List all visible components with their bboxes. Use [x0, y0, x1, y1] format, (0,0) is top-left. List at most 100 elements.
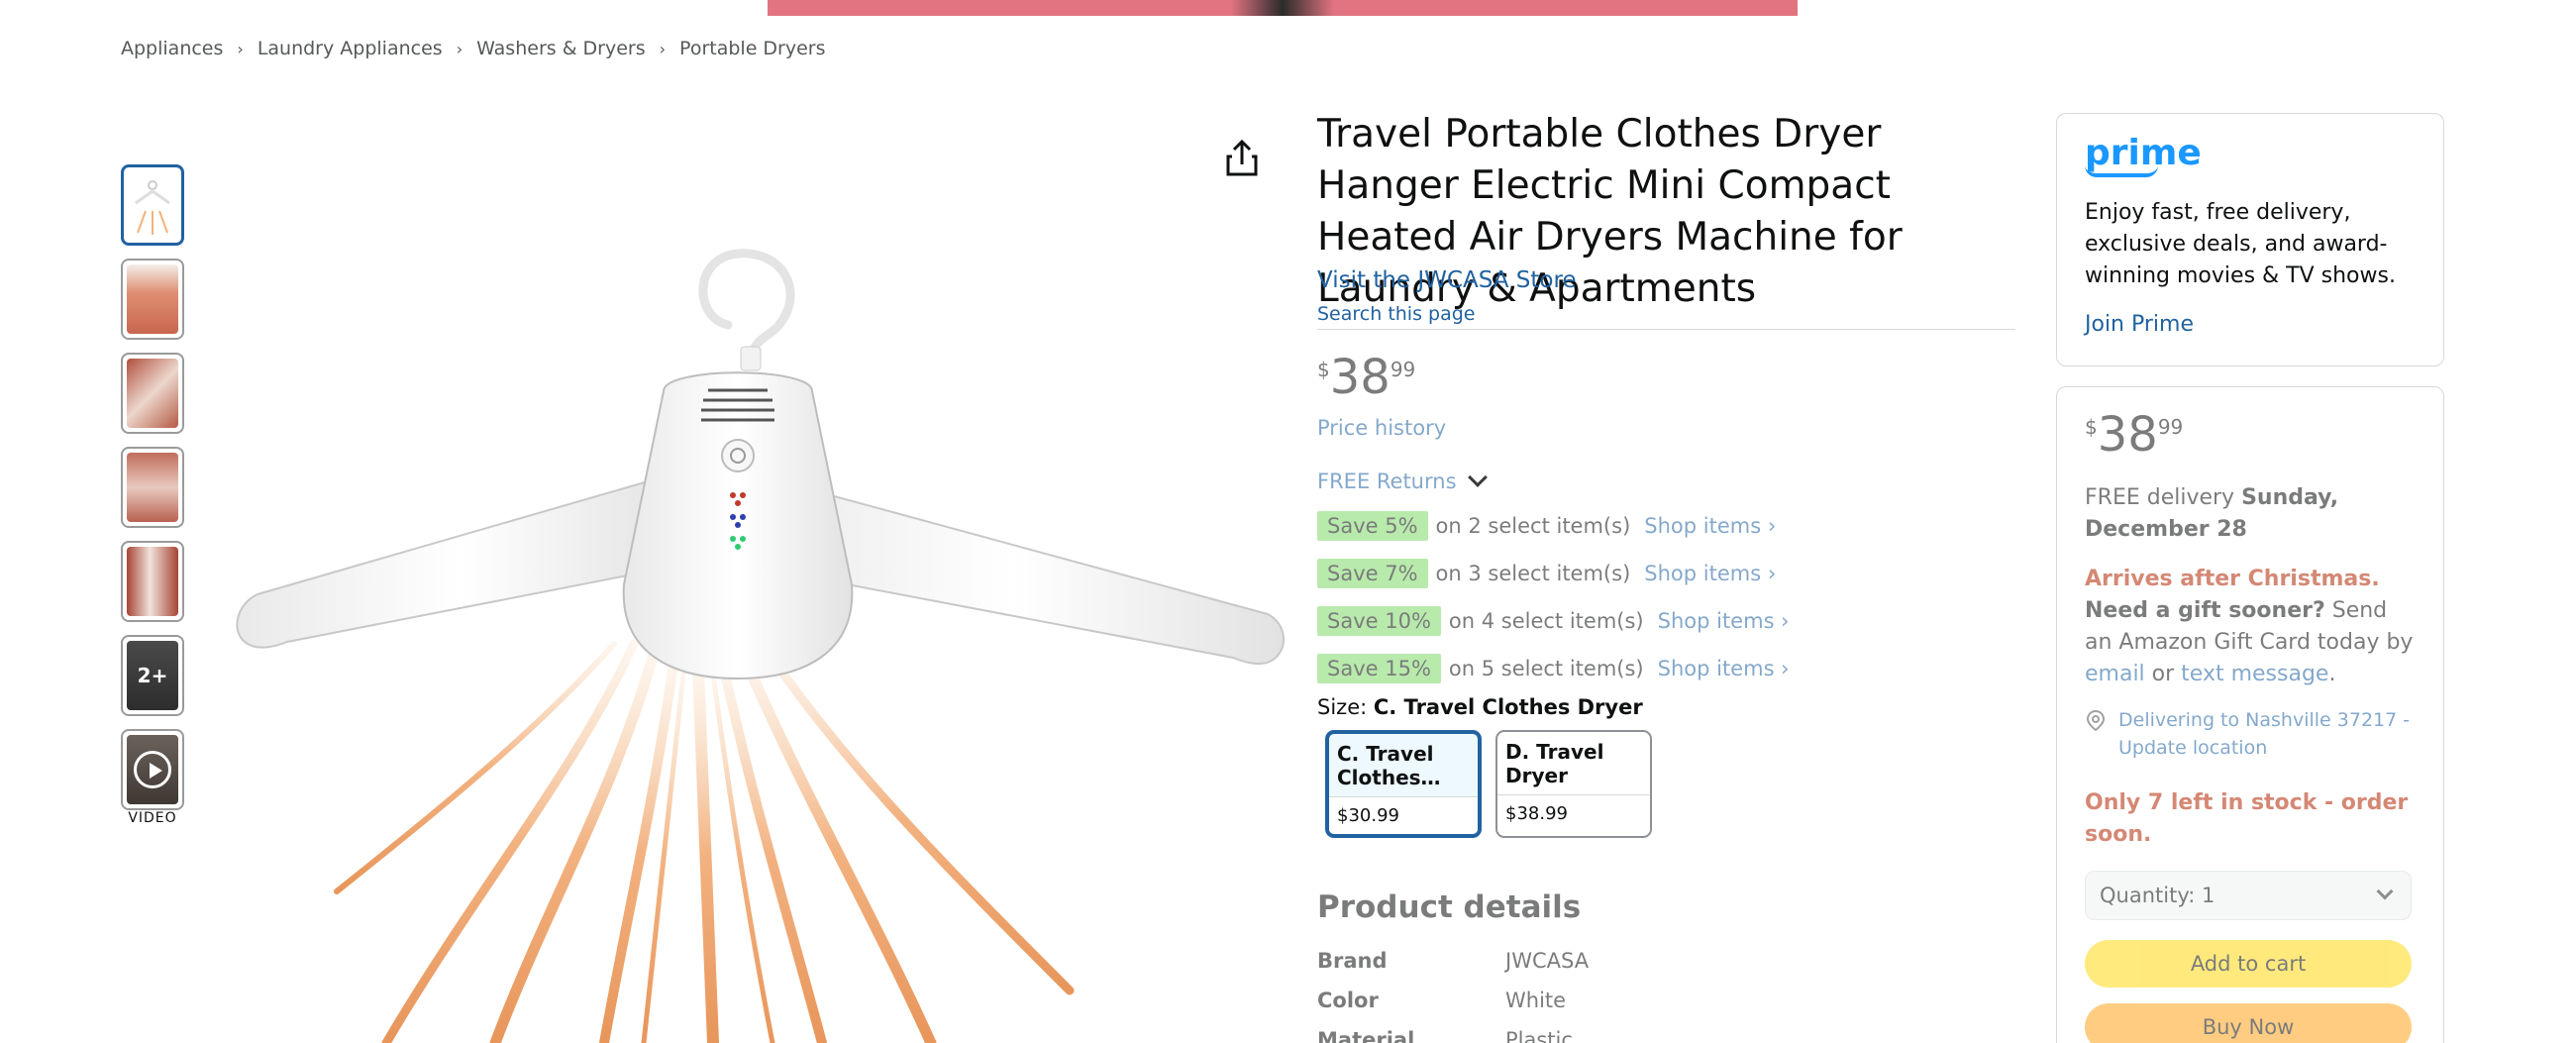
promo-row: Save 15% on 5 select item(s) Shop items … — [1317, 654, 1790, 683]
shop-items-link[interactable]: Shop items › — [1644, 562, 1776, 585]
breadcrumb-item-portable-dryers[interactable]: Portable Dryers — [679, 38, 825, 59]
share-button[interactable] — [1220, 137, 1264, 180]
promo-text: on 5 select item(s) — [1448, 657, 1644, 680]
thumbnail-video[interactable] — [121, 729, 184, 810]
quantity-label: Quantity: — [2100, 884, 2196, 907]
chevron-down-icon — [2376, 883, 2394, 900]
thumbnail-4[interactable] — [121, 447, 184, 528]
delivery-info: FREE delivery Sunday, December 28 — [2085, 482, 2416, 546]
detail-key: Material — [1317, 1028, 1415, 1043]
video-label: VIDEO — [128, 810, 177, 826]
promo-row: Save 5% on 2 select item(s) Shop items › — [1317, 511, 1776, 541]
breadcrumb-separator: › — [237, 39, 244, 58]
buy-now-button[interactable]: Buy Now — [2085, 1003, 2412, 1043]
delivery-prefix: FREE delivery — [2085, 485, 2242, 510]
prime-logo: prime — [2085, 133, 2202, 173]
title-divider — [1317, 329, 2015, 330]
breadcrumb-item-appliances[interactable]: Appliances — [121, 38, 223, 59]
size-option-d-travel-dryer[interactable]: D. Travel Dryer $38.99 — [1495, 730, 1652, 838]
thumbnail-strip: 2+ — [121, 164, 184, 823]
detail-value: Plastic — [1505, 1028, 1573, 1043]
size-option-c-travel-clothes-dryer[interactable]: C. Travel Clothes… $30.99 — [1325, 730, 1482, 838]
size-label-prefix: Size: — [1317, 695, 1374, 719]
breadcrumb: Appliances › Laundry Appliances › Washer… — [121, 38, 826, 59]
promo-text: on 4 select item(s) — [1448, 609, 1644, 633]
thumbnail-1[interactable] — [121, 164, 184, 246]
shop-items-link[interactable]: Shop items › — [1644, 514, 1776, 538]
promo-text: on 2 select item(s) — [1435, 514, 1631, 538]
price-history-link[interactable]: Price history — [1317, 416, 1446, 440]
detail-key: Brand — [1317, 949, 1388, 973]
price-symbol: $ — [1317, 358, 1330, 381]
detail-row-material: Material Plastic — [1317, 1028, 1573, 1043]
thumbnail-3[interactable] — [121, 353, 184, 434]
size-label: Size: C. Travel Clothes Dryer — [1317, 695, 1643, 719]
detail-key: Color — [1317, 989, 1379, 1012]
clothes-dryer-image — [236, 249, 1285, 1043]
breadcrumb-separator: › — [456, 39, 464, 58]
search-this-page-link[interactable]: Search this page — [1317, 303, 1475, 325]
size-option-name: D. Travel Dryer — [1497, 732, 1650, 795]
email-link[interactable]: email — [2085, 662, 2145, 686]
delivery-location-link[interactable]: Delivering to Nashville 37217 - Update l… — [2085, 706, 2416, 762]
product-details-heading: Product details — [1317, 889, 1582, 925]
promo-badge: Save 10% — [1317, 606, 1441, 636]
need-gift-text: Need a gift sooner? — [2085, 598, 2325, 623]
or-text: or — [2144, 662, 2182, 686]
play-icon — [134, 751, 171, 788]
chevron-down-icon — [1467, 468, 1488, 487]
thumbnail-2[interactable] — [121, 259, 184, 340]
price-fraction: 99 — [1390, 358, 1416, 381]
thumbnail-more[interactable]: 2+ — [121, 635, 184, 716]
detail-value: White — [1505, 989, 1567, 1012]
breadcrumb-separator: › — [659, 39, 667, 58]
price-symbol: $ — [2085, 415, 2098, 439]
promo-badge: Save 15% — [1317, 654, 1441, 683]
promo-badge: Save 5% — [1317, 511, 1428, 541]
dryer-thumb-graphic — [135, 180, 170, 235]
price-fraction: 99 — [2157, 415, 2184, 439]
buy-box: $ 38 99 FREE delivery Sunday, December 2… — [2056, 386, 2444, 1043]
detail-row-brand: Brand JWCASA — [1317, 949, 1589, 973]
quantity-value: 1 — [2201, 884, 2215, 907]
shop-items-link[interactable]: Shop items › — [1658, 609, 1790, 633]
promo-row: Save 7% on 3 select item(s) Shop items › — [1317, 559, 1776, 588]
free-returns-link[interactable]: FREE Returns — [1317, 468, 1488, 493]
prime-description: Enjoy fast, free delivery, exclusive dea… — [2085, 200, 2396, 288]
shop-items-link[interactable]: Shop items › — [1658, 657, 1790, 680]
promo-text: on 3 select item(s) — [1435, 562, 1631, 585]
more-images-count: 2+ — [137, 664, 168, 687]
size-option-name: C. Travel Clothes… — [1329, 734, 1478, 797]
size-option-price: $30.99 — [1329, 797, 1478, 834]
buybox-price: $ 38 99 — [2085, 409, 2416, 461]
main-product-image[interactable] — [218, 178, 1288, 1043]
price-whole: 38 — [1329, 350, 1391, 405]
product-price: $ 38 99 — [1317, 352, 1415, 403]
prime-promo-box: prime Enjoy fast, free delivery, exclusi… — [2056, 113, 2444, 366]
quantity-select[interactable]: Quantity: 1 — [2085, 871, 2412, 920]
period-text: . — [2328, 662, 2336, 686]
join-prime-link[interactable]: Join Prime — [2085, 312, 2194, 337]
detail-value: JWCASA — [1505, 949, 1590, 973]
breadcrumb-item-washers-dryers[interactable]: Washers & Dryers — [476, 38, 646, 59]
location-text: Delivering to Nashville 37217 - Update l… — [2118, 709, 2411, 759]
breadcrumb-item-laundry-appliances[interactable]: Laundry Appliances — [258, 38, 443, 59]
arrives-after-christmas: Arrives after Christmas. — [2085, 567, 2380, 591]
promo-row: Save 10% on 4 select item(s) Shop items … — [1317, 606, 1790, 636]
arrives-notice: Arrives after Christmas. Need a gift soo… — [2085, 564, 2416, 690]
store-link[interactable]: Visit the JWCASA Store — [1317, 267, 1577, 293]
location-pin-icon — [2086, 709, 2106, 731]
free-returns-label: FREE Returns — [1317, 469, 1457, 493]
detail-row-color: Color White — [1317, 989, 1566, 1012]
text-message-link[interactable]: text message — [2181, 662, 2328, 686]
price-whole: 38 — [2097, 407, 2158, 463]
share-icon — [1226, 139, 1258, 176]
promo-badge: Save 7% — [1317, 559, 1428, 588]
promo-banner[interactable] — [768, 0, 1798, 16]
thumbnail-5[interactable] — [121, 541, 184, 622]
size-option-price: $38.99 — [1497, 795, 1650, 832]
size-options: C. Travel Clothes… $30.99 D. Travel Drye… — [1325, 730, 1652, 838]
add-to-cart-button[interactable]: Add to cart — [2085, 940, 2412, 988]
stock-status: Only 7 left in stock - order soon. — [2085, 790, 2409, 847]
size-selected-value: C. Travel Clothes Dryer — [1373, 695, 1643, 719]
